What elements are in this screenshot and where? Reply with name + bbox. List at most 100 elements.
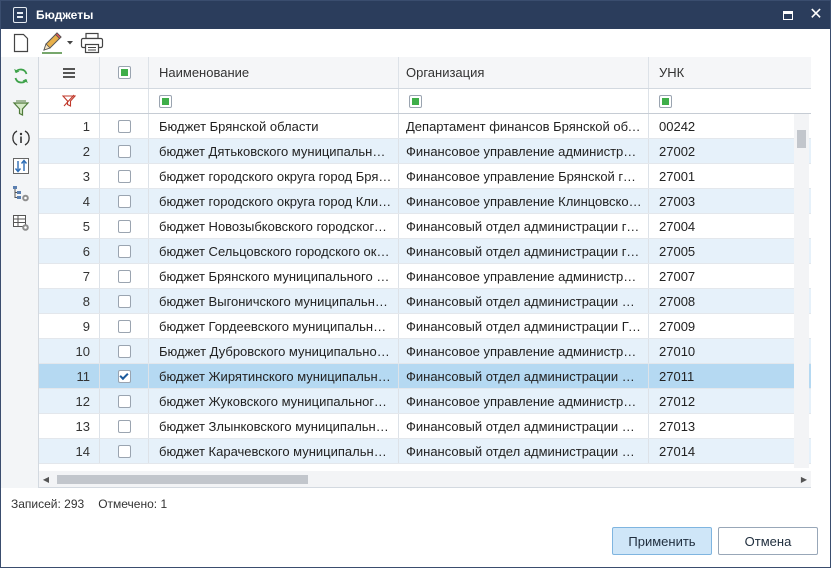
cell-unk[interactable]: 27014 xyxy=(649,439,811,463)
cell-name[interactable]: Бюджет Брянской области xyxy=(149,114,399,138)
filter-button[interactable] xyxy=(10,98,32,120)
cell-name[interactable]: Бюджет Дубровского муниципального района xyxy=(149,339,399,363)
edit-dropdown-button[interactable] xyxy=(65,31,75,55)
tree-settings-button[interactable] xyxy=(10,183,32,205)
cell-name[interactable]: бюджет Жуковского муниципального округа xyxy=(149,389,399,413)
filter-unk-checkbox[interactable] xyxy=(659,94,672,108)
filter-name-checkbox[interactable] xyxy=(159,94,172,108)
row-checkbox[interactable] xyxy=(117,119,131,133)
cell-name[interactable]: бюджет Новозыбковского городского округа xyxy=(149,214,399,238)
sort-button[interactable] xyxy=(10,155,32,177)
maximize-button[interactable] xyxy=(774,1,802,29)
cell-unk[interactable]: 27008 xyxy=(649,289,811,313)
column-header-name[interactable]: Наименование xyxy=(149,57,399,88)
row-checkbox[interactable] xyxy=(117,419,131,433)
table-row[interactable]: 11 бюджет Жирятинского муниципального рай… xyxy=(39,364,811,389)
clear-filter-button[interactable] xyxy=(39,89,100,113)
row-checkbox[interactable] xyxy=(117,294,131,308)
print-button[interactable] xyxy=(79,31,105,55)
grid-settings-button[interactable] xyxy=(10,212,32,234)
row-checkbox[interactable] xyxy=(117,144,131,158)
table-row[interactable]: 7 бюджет Брянского муниципального района Ф… xyxy=(39,264,811,289)
row-checkbox[interactable] xyxy=(117,394,131,408)
scroll-left-icon[interactable]: ◀ xyxy=(39,475,53,484)
horizontal-scroll-thumb[interactable] xyxy=(57,475,308,484)
cell-name[interactable]: бюджет Злынковского муниципального район… xyxy=(149,414,399,438)
cell-unk[interactable]: 00242 xyxy=(649,114,811,138)
cell-name[interactable]: бюджет городского округа город Брянск xyxy=(149,164,399,188)
row-checkbox[interactable] xyxy=(117,369,131,383)
cell-unk[interactable]: 27009 xyxy=(649,314,811,338)
cell-organization[interactable]: Финансовый отдел администрации Жирятинск… xyxy=(399,364,649,388)
cell-organization[interactable]: Финансовый отдел администрации города Но… xyxy=(399,214,649,238)
cell-organization[interactable]: Финансовый отдел администрации города Се… xyxy=(399,239,649,263)
table-row[interactable]: 1 Бюджет Брянской области Департамент фина… xyxy=(39,114,811,139)
table-row[interactable]: 8 бюджет Выгоничского муниципального райо… xyxy=(39,289,811,314)
vertical-scrollbar[interactable] xyxy=(794,114,809,468)
cell-organization[interactable]: Финансовое управление администрации Дять… xyxy=(399,139,649,163)
row-checkbox[interactable] xyxy=(117,269,131,283)
cell-name[interactable]: бюджет Сельцовского городского округа xyxy=(149,239,399,263)
column-header-organization[interactable]: Организация xyxy=(399,57,649,88)
cell-unk[interactable]: 27001 xyxy=(649,164,811,188)
cell-organization[interactable]: Финансовое управление администрации Жуко… xyxy=(399,389,649,413)
table-row[interactable]: 9 бюджет Гордеевского муниципального райо… xyxy=(39,314,811,339)
row-checkbox[interactable] xyxy=(117,319,131,333)
close-button[interactable]: ✕ xyxy=(802,1,830,29)
cell-organization[interactable]: Финансовый отдел администрации Злынковск… xyxy=(399,414,649,438)
table-row[interactable]: 13 бюджет Злынковского муниципального рай… xyxy=(39,414,811,439)
row-checkbox[interactable] xyxy=(117,244,131,258)
table-row[interactable]: 6 бюджет Сельцовского городского округа Фи… xyxy=(39,239,811,264)
column-header-unk[interactable]: УНК xyxy=(649,57,811,88)
cell-unk[interactable]: 27012 xyxy=(649,389,811,413)
cell-name[interactable]: бюджет Дятьковского муниципального район… xyxy=(149,139,399,163)
filter-organization-checkbox[interactable] xyxy=(409,94,422,108)
scroll-right-icon[interactable]: ▶ xyxy=(797,475,811,484)
info-button[interactable] xyxy=(10,127,32,149)
new-document-button[interactable] xyxy=(9,31,33,55)
horizontal-scrollbar[interactable]: ◀ ▶ xyxy=(39,471,811,487)
table-row[interactable]: 12 бюджет Жуковского муниципального округ… xyxy=(39,389,811,414)
row-checkbox[interactable] xyxy=(117,219,131,233)
cell-unk[interactable]: 27005 xyxy=(649,239,811,263)
row-checkbox[interactable] xyxy=(117,169,131,183)
cell-name[interactable]: бюджет Выгоничского муниципального район… xyxy=(149,289,399,313)
cell-organization[interactable]: Финансовое управление администрации Дубр… xyxy=(399,339,649,363)
table-row[interactable]: 5 бюджет Новозыбковского городского округ… xyxy=(39,214,811,239)
cell-unk[interactable]: 27003 xyxy=(649,189,811,213)
edit-button[interactable] xyxy=(39,31,65,55)
refresh-button[interactable] xyxy=(10,65,32,87)
cell-unk[interactable]: 27013 xyxy=(649,414,811,438)
row-checkbox[interactable] xyxy=(117,194,131,208)
apply-button[interactable]: Применить xyxy=(612,527,712,555)
cell-organization[interactable]: Департамент финансов Брянской области xyxy=(399,114,649,138)
cell-name[interactable]: бюджет городского округа город Клинцы xyxy=(149,189,399,213)
cell-name[interactable]: бюджет Карачевского муниципального район… xyxy=(149,439,399,463)
table-row[interactable]: 10 Бюджет Дубровского муниципального райо… xyxy=(39,339,811,364)
cell-organization[interactable]: Финансовое управление Брянской городской… xyxy=(399,164,649,188)
cell-organization[interactable]: Финансовое управление администрации Брян… xyxy=(399,264,649,288)
cell-organization[interactable]: Финансовый отдел администрации Выгоничск… xyxy=(399,289,649,313)
vertical-scroll-thumb[interactable] xyxy=(797,130,806,148)
cell-unk[interactable]: 27007 xyxy=(649,264,811,288)
cell-unk[interactable]: 27002 xyxy=(649,139,811,163)
title-bar[interactable]: Бюджеты ✕ xyxy=(1,1,830,29)
cell-name[interactable]: бюджет Жирятинского муниципального район… xyxy=(149,364,399,388)
cell-organization[interactable]: Финансовый отдел администрации Карачевск… xyxy=(399,439,649,463)
table-row[interactable]: 3 бюджет городского округа город Брянск Фи… xyxy=(39,164,811,189)
column-chooser-button[interactable] xyxy=(39,57,100,88)
table-row[interactable]: 2 бюджет Дятьковского муниципального райо… xyxy=(39,139,811,164)
cancel-button[interactable]: Отмена xyxy=(718,527,818,555)
cell-unk[interactable]: 27004 xyxy=(649,214,811,238)
row-checkbox[interactable] xyxy=(117,344,131,358)
cell-name[interactable]: бюджет Брянского муниципального района xyxy=(149,264,399,288)
cell-unk[interactable]: 27010 xyxy=(649,339,811,363)
select-all-checkbox[interactable] xyxy=(117,66,131,79)
table-row[interactable]: 4 бюджет городского округа город Клинцы Фи… xyxy=(39,189,811,214)
cell-organization[interactable]: Финансовый отдел администрации Гордеевск… xyxy=(399,314,649,338)
cell-organization[interactable]: Финансовое управление Клинцовской городс… xyxy=(399,189,649,213)
table-row[interactable]: 14 бюджет Карачевского муниципального рай… xyxy=(39,439,811,464)
cell-unk[interactable]: 27011 xyxy=(649,364,811,388)
cell-name[interactable]: бюджет Гордеевского муниципального район… xyxy=(149,314,399,338)
row-checkbox[interactable] xyxy=(117,444,131,458)
